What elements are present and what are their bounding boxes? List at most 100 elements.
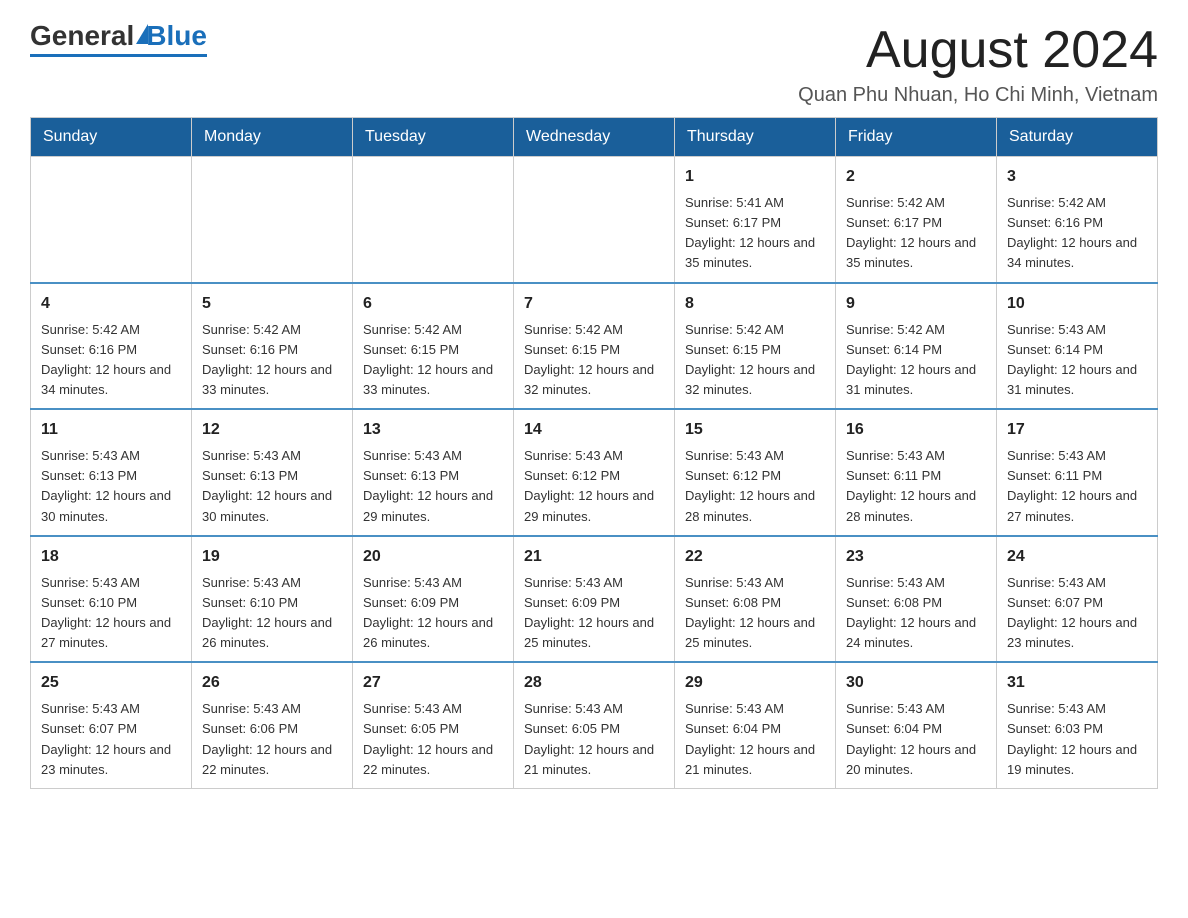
day-number: 30 — [846, 671, 986, 695]
day-number: 6 — [363, 292, 503, 316]
day-info: Sunrise: 5:42 AMSunset: 6:17 PMDaylight:… — [846, 193, 986, 274]
logo-triangle-icon — [136, 24, 148, 44]
day-info: Sunrise: 5:43 AMSunset: 6:08 PMDaylight:… — [846, 573, 986, 654]
day-info: Sunrise: 5:43 AMSunset: 6:13 PMDaylight:… — [41, 446, 181, 527]
day-number: 22 — [685, 545, 825, 569]
calendar-cell — [514, 157, 675, 283]
calendar-cell: 16 Sunrise: 5:43 AMSunset: 6:11 PMDayligh… — [836, 409, 997, 536]
calendar-cell: 10 Sunrise: 5:43 AMSunset: 6:14 PMDayligh… — [997, 283, 1158, 410]
day-number: 13 — [363, 418, 503, 442]
calendar-cell: 23 Sunrise: 5:43 AMSunset: 6:08 PMDayligh… — [836, 536, 997, 663]
calendar-cell: 24 Sunrise: 5:43 AMSunset: 6:07 PMDayligh… — [997, 536, 1158, 663]
calendar-cell: 27 Sunrise: 5:43 AMSunset: 6:05 PMDayligh… — [353, 662, 514, 788]
day-info: Sunrise: 5:43 AMSunset: 6:07 PMDaylight:… — [41, 699, 181, 780]
day-number: 21 — [524, 545, 664, 569]
calendar-cell: 6 Sunrise: 5:42 AMSunset: 6:15 PMDaylight… — [353, 283, 514, 410]
day-number: 28 — [524, 671, 664, 695]
calendar-cell: 20 Sunrise: 5:43 AMSunset: 6:09 PMDayligh… — [353, 536, 514, 663]
calendar-cell: 11 Sunrise: 5:43 AMSunset: 6:13 PMDayligh… — [31, 409, 192, 536]
day-info: Sunrise: 5:43 AMSunset: 6:04 PMDaylight:… — [685, 699, 825, 780]
location-subtitle: Quan Phu Nhuan, Ho Chi Minh, Vietnam — [798, 84, 1158, 107]
calendar-cell: 28 Sunrise: 5:43 AMSunset: 6:05 PMDayligh… — [514, 662, 675, 788]
calendar-cell: 29 Sunrise: 5:43 AMSunset: 6:04 PMDayligh… — [675, 662, 836, 788]
day-number: 23 — [846, 545, 986, 569]
calendar-cell: 19 Sunrise: 5:43 AMSunset: 6:10 PMDayligh… — [192, 536, 353, 663]
calendar-cell: 7Sunrise: 5:42 AMSunset: 6:15 PMDaylight… — [514, 283, 675, 410]
calendar-cell — [192, 157, 353, 283]
calendar-cell: 14 Sunrise: 5:43 AMSunset: 6:12 PMDayligh… — [514, 409, 675, 536]
day-number: 20 — [363, 545, 503, 569]
day-number: 19 — [202, 545, 342, 569]
day-info: Sunrise: 5:42 AMSunset: 6:16 PMDaylight:… — [41, 320, 181, 401]
calendar-cell: 12Sunrise: 5:43 AMSunset: 6:13 PMDayligh… — [192, 409, 353, 536]
header-tuesday: Tuesday — [353, 118, 514, 157]
logo-blue-text: Blue — [146, 20, 207, 52]
day-number: 24 — [1007, 545, 1147, 569]
day-number: 26 — [202, 671, 342, 695]
calendar-cell: 5Sunrise: 5:42 AMSunset: 6:16 PMDaylight… — [192, 283, 353, 410]
calendar-cell: 1Sunrise: 5:41 AMSunset: 6:17 PMDaylight… — [675, 157, 836, 283]
day-number: 27 — [363, 671, 503, 695]
day-number: 3 — [1007, 165, 1147, 189]
week-row-2: 4 Sunrise: 5:42 AMSunset: 6:16 PMDaylight… — [31, 283, 1158, 410]
calendar-cell: 4 Sunrise: 5:42 AMSunset: 6:16 PMDaylight… — [31, 283, 192, 410]
day-info: Sunrise: 5:43 AMSunset: 6:13 PMDaylight:… — [202, 446, 342, 527]
day-number: 18 — [41, 545, 181, 569]
weekday-header-row: Sunday Monday Tuesday Wednesday Thursday… — [31, 118, 1158, 157]
day-number: 10 — [1007, 292, 1147, 316]
day-number: 1 — [685, 165, 825, 189]
day-number: 25 — [41, 671, 181, 695]
day-number: 29 — [685, 671, 825, 695]
calendar-table: Sunday Monday Tuesday Wednesday Thursday… — [30, 117, 1158, 789]
day-info: Sunrise: 5:43 AMSunset: 6:10 PMDaylight:… — [202, 573, 342, 654]
day-number: 2 — [846, 165, 986, 189]
header-wednesday: Wednesday — [514, 118, 675, 157]
day-info: Sunrise: 5:43 AMSunset: 6:10 PMDaylight:… — [41, 573, 181, 654]
title-area: August 2024 Quan Phu Nhuan, Ho Chi Minh,… — [798, 20, 1158, 107]
day-number: 4 — [41, 292, 181, 316]
calendar-cell — [31, 157, 192, 283]
day-info: Sunrise: 5:43 AMSunset: 6:11 PMDaylight:… — [846, 446, 986, 527]
day-number: 7 — [524, 292, 664, 316]
logo-general-text: General — [30, 20, 134, 52]
day-info: Sunrise: 5:43 AMSunset: 6:09 PMDaylight:… — [363, 573, 503, 654]
calendar-cell: 8Sunrise: 5:42 AMSunset: 6:15 PMDaylight… — [675, 283, 836, 410]
day-info: Sunrise: 5:43 AMSunset: 6:07 PMDaylight:… — [1007, 573, 1147, 654]
calendar-cell: 22 Sunrise: 5:43 AMSunset: 6:08 PMDayligh… — [675, 536, 836, 663]
header-monday: Monday — [192, 118, 353, 157]
day-number: 17 — [1007, 418, 1147, 442]
logo: General Blue — [30, 20, 207, 57]
calendar-cell: 17Sunrise: 5:43 AMSunset: 6:11 PMDayligh… — [997, 409, 1158, 536]
calendar-cell: 26 Sunrise: 5:43 AMSunset: 6:06 PMDayligh… — [192, 662, 353, 788]
day-info: Sunrise: 5:42 AMSunset: 6:15 PMDaylight:… — [685, 320, 825, 401]
calendar-cell: 21 Sunrise: 5:43 AMSunset: 6:09 PMDayligh… — [514, 536, 675, 663]
day-info: Sunrise: 5:43 AMSunset: 6:12 PMDaylight:… — [685, 446, 825, 527]
day-info: Sunrise: 5:42 AMSunset: 6:16 PMDaylight:… — [1007, 193, 1147, 274]
day-number: 16 — [846, 418, 986, 442]
day-info: Sunrise: 5:43 AMSunset: 6:06 PMDaylight:… — [202, 699, 342, 780]
day-info: Sunrise: 5:43 AMSunset: 6:05 PMDaylight:… — [363, 699, 503, 780]
header-thursday: Thursday — [675, 118, 836, 157]
day-info: Sunrise: 5:43 AMSunset: 6:08 PMDaylight:… — [685, 573, 825, 654]
day-info: Sunrise: 5:43 AMSunset: 6:14 PMDaylight:… — [1007, 320, 1147, 401]
day-number: 11 — [41, 418, 181, 442]
calendar-cell: 9Sunrise: 5:42 AMSunset: 6:14 PMDaylight… — [836, 283, 997, 410]
day-info: Sunrise: 5:43 AMSunset: 6:09 PMDaylight:… — [524, 573, 664, 654]
day-info: Sunrise: 5:43 AMSunset: 6:03 PMDaylight:… — [1007, 699, 1147, 780]
week-row-3: 11 Sunrise: 5:43 AMSunset: 6:13 PMDayligh… — [31, 409, 1158, 536]
day-number: 14 — [524, 418, 664, 442]
calendar-cell: 18 Sunrise: 5:43 AMSunset: 6:10 PMDayligh… — [31, 536, 192, 663]
week-row-4: 18 Sunrise: 5:43 AMSunset: 6:10 PMDayligh… — [31, 536, 1158, 663]
day-number: 31 — [1007, 671, 1147, 695]
day-info: Sunrise: 5:43 AMSunset: 6:12 PMDaylight:… — [524, 446, 664, 527]
week-row-1: 1Sunrise: 5:41 AMSunset: 6:17 PMDaylight… — [31, 157, 1158, 283]
calendar-cell: 15 Sunrise: 5:43 AMSunset: 6:12 PMDayligh… — [675, 409, 836, 536]
calendar-cell: 13Sunrise: 5:43 AMSunset: 6:13 PMDayligh… — [353, 409, 514, 536]
header-sunday: Sunday — [31, 118, 192, 157]
calendar-cell: 3 Sunrise: 5:42 AMSunset: 6:16 PMDaylight… — [997, 157, 1158, 283]
day-info: Sunrise: 5:43 AMSunset: 6:04 PMDaylight:… — [846, 699, 986, 780]
calendar-cell: 25 Sunrise: 5:43 AMSunset: 6:07 PMDayligh… — [31, 662, 192, 788]
day-info: Sunrise: 5:42 AMSunset: 6:15 PMDaylight:… — [363, 320, 503, 401]
day-number: 15 — [685, 418, 825, 442]
day-info: Sunrise: 5:43 AMSunset: 6:05 PMDaylight:… — [524, 699, 664, 780]
